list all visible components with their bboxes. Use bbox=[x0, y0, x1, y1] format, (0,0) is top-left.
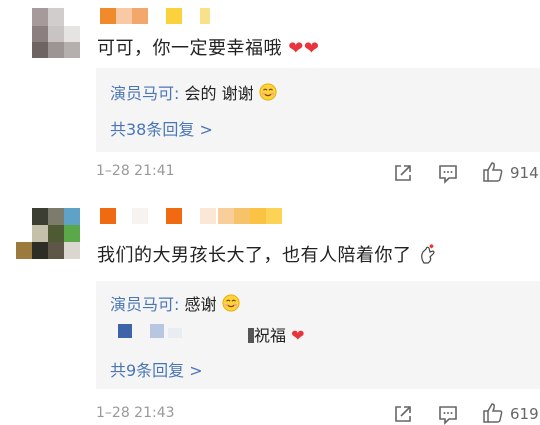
more-replies-link[interactable]: 共9条回复 > bbox=[110, 357, 203, 381]
reply-text: 感谢 bbox=[184, 295, 217, 314]
heart-emoji: ❤ bbox=[303, 38, 320, 59]
avatar[interactable] bbox=[14, 208, 80, 260]
username-redacted[interactable] bbox=[100, 208, 290, 224]
smile-emoji bbox=[259, 83, 277, 101]
share-icon[interactable] bbox=[392, 162, 414, 184]
like-icon[interactable] bbox=[482, 402, 504, 424]
comment-icon[interactable] bbox=[437, 403, 459, 425]
like-count: 914 bbox=[510, 164, 539, 182]
reply-author-link[interactable]: 演员马可 bbox=[110, 84, 174, 103]
reply-separator: : bbox=[174, 84, 185, 103]
reply-preview-box[interactable]: 演员马可: 会的 谢谢 共38条回复 > bbox=[96, 68, 540, 152]
share-icon[interactable] bbox=[392, 403, 414, 425]
reply-author-link[interactable]: 演员马可 bbox=[110, 295, 174, 314]
like-icon[interactable] bbox=[482, 161, 504, 183]
comment-text: 我们的大男孩长大了，也有人陪着你了 bbox=[97, 245, 412, 266]
more-replies-link[interactable]: 共38条回复 > bbox=[110, 116, 213, 140]
smile-emoji bbox=[222, 294, 240, 312]
reply-author-redacted[interactable] bbox=[118, 324, 268, 340]
heart-emoji: ❤ bbox=[288, 38, 304, 59]
comment-text: 可可，你一定要幸福哦 bbox=[97, 38, 282, 59]
comment-time: 1–28 21:41 bbox=[96, 163, 175, 179]
finger-heart-emoji bbox=[420, 244, 435, 264]
comment-time: 1–28 21:43 bbox=[96, 405, 175, 421]
reply-separator: : bbox=[174, 295, 185, 314]
reply-preview-box[interactable]: 演员马可: 感谢 祝福 ❤ 共9条回复 > bbox=[96, 281, 540, 389]
comment-icon[interactable] bbox=[437, 162, 459, 184]
like-count: 619 bbox=[510, 405, 539, 423]
avatar[interactable] bbox=[14, 6, 80, 58]
reply-text: 会的 谢谢 bbox=[184, 84, 254, 103]
username-redacted[interactable] bbox=[100, 8, 220, 24]
reply-text: 祝福 bbox=[254, 326, 287, 345]
heart-emoji: ❤ bbox=[291, 326, 305, 345]
